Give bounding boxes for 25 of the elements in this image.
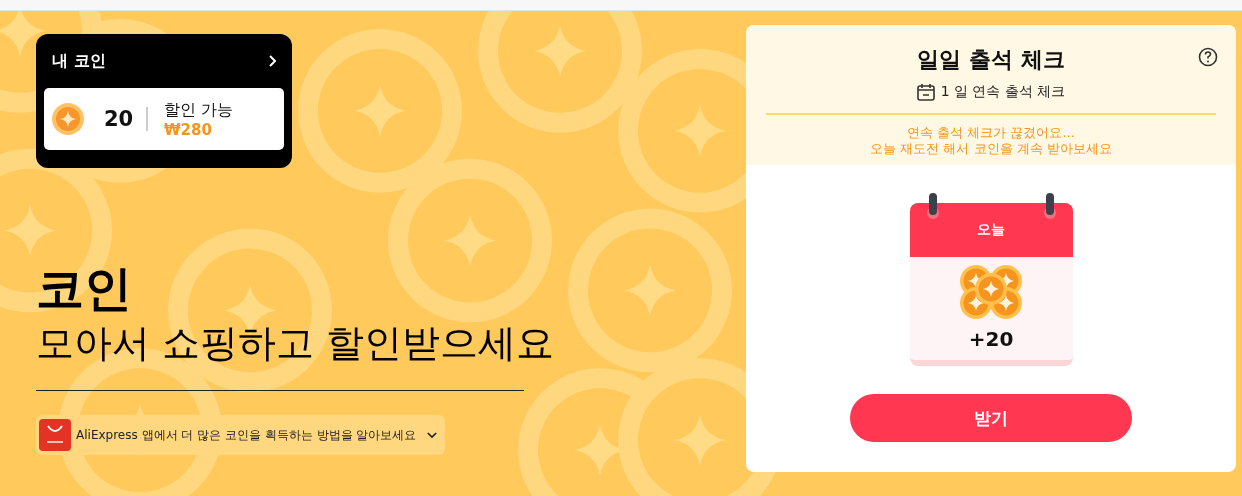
coin-count: 20 xyxy=(104,107,135,131)
panel-title: 일일 출석 체크 xyxy=(917,46,1065,74)
background-coin-icon xyxy=(298,28,462,193)
hero-title: 코인 xyxy=(36,260,133,316)
reward-amount: +20 xyxy=(968,327,1014,351)
coin-icon xyxy=(52,103,84,135)
promo-text: AliExpress 앱에서 더 많은 코인을 획득하는 방법을 알아보세요 xyxy=(76,426,417,444)
background-coin-icon xyxy=(388,158,552,323)
notice-text: 오늘 재도전 해서 코인을 계속 받아보세요 xyxy=(870,141,1112,157)
discount-label: 할인 가능 xyxy=(164,99,234,121)
chevron-down-icon xyxy=(427,431,438,439)
help-icon[interactable] xyxy=(1198,47,1218,67)
claim-button[interactable]: 받기 xyxy=(850,394,1132,442)
card-title: 내 코인 xyxy=(52,50,106,72)
discount-value: ₩280 xyxy=(164,120,213,139)
coin-card[interactable]: 내 코인 20 할인 가능 ₩280 xyxy=(36,34,292,168)
app-promo-banner[interactable]: AliExpress 앱에서 더 많은 코인을 획득하는 방법을 알아보세요 xyxy=(36,415,446,455)
chevron-right-icon[interactable] xyxy=(268,55,276,67)
calendar-icon xyxy=(916,83,935,101)
day-label: 오늘 xyxy=(977,221,1005,239)
hero-subtitle: 모아서 쇼핑하고 할인받으세요 xyxy=(36,320,556,367)
coin-stack-icon xyxy=(958,263,1024,321)
notice-text: 연속 출석 체크가 끊겼어요... xyxy=(907,125,1075,141)
streak-text: 1 일 연속 출석 체크 xyxy=(940,83,1066,101)
app-logo-icon xyxy=(39,419,71,451)
